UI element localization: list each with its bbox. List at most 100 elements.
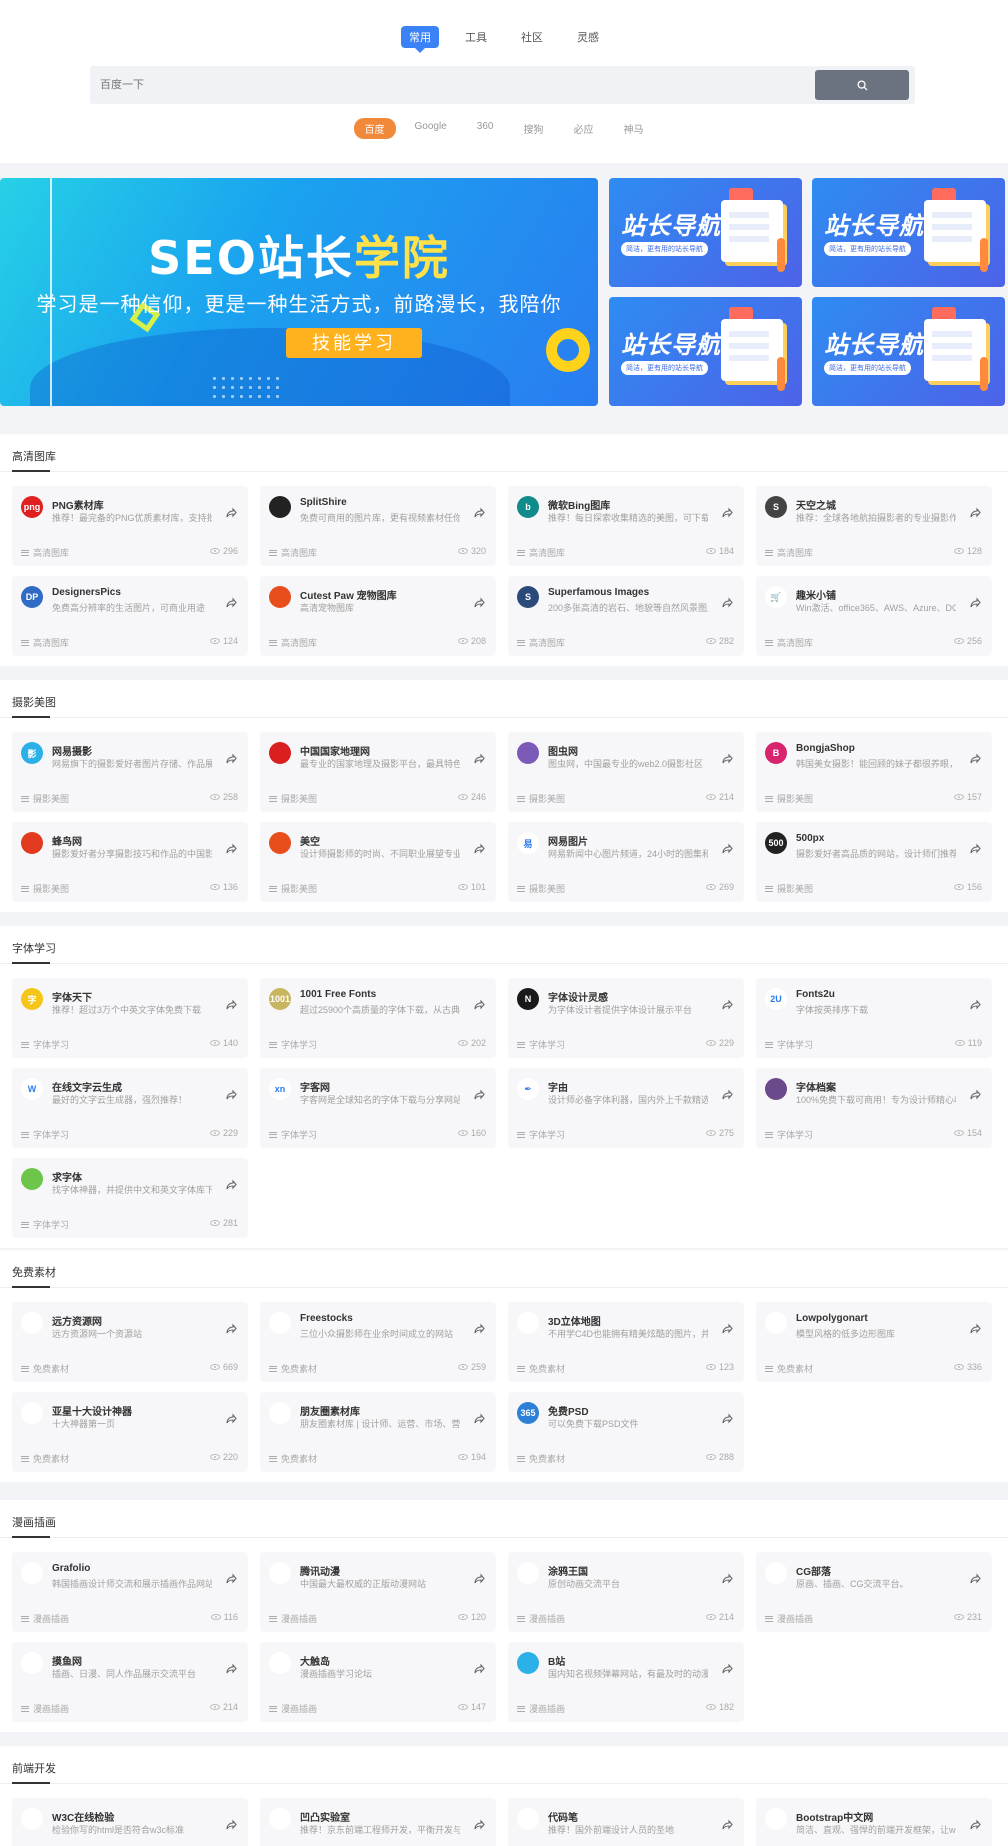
site-category[interactable]: 摄影美图 [21, 792, 69, 805]
share-icon[interactable] [224, 1088, 238, 1102]
site-card[interactable]: CG部落 原画、插画、CG交流平台。 漫画插画 231 [756, 1552, 992, 1632]
site-category[interactable]: 字体学习 [21, 1128, 69, 1141]
nav-banner-4[interactable]: 站长导航 简洁，更有用的站长导航 [812, 297, 1005, 406]
share-icon[interactable] [968, 752, 982, 766]
share-icon[interactable] [968, 998, 982, 1012]
search-input[interactable] [90, 66, 815, 104]
search-tab-community[interactable]: 社区 [513, 26, 551, 48]
site-card[interactable]: 1001 1001 Free Fonts 超过25900个高质量的字体下载，从古典的… [260, 978, 496, 1058]
share-icon[interactable] [224, 842, 238, 856]
site-category[interactable]: 摄影美图 [517, 882, 565, 895]
engine-baidu[interactable]: 百度 [353, 118, 396, 139]
site-category[interactable]: 字体学习 [765, 1128, 813, 1141]
site-card[interactable]: 蜂鸟网 摄影爱好者分享摄影技巧和作品的中国影像 摄影美图 136 [12, 822, 248, 902]
site-card[interactable]: 中国国家地理网 最专业的国家地理及摄影平台，最具特色的 摄影美图 246 [260, 732, 496, 812]
site-category[interactable]: 高清图库 [517, 636, 565, 649]
site-card[interactable]: 字字体天下 推荐！超过3万个中英文字体免费下载 字体学习 140 [12, 978, 248, 1058]
share-icon[interactable] [472, 1088, 486, 1102]
share-icon[interactable] [472, 1572, 486, 1586]
share-icon[interactable] [968, 1572, 982, 1586]
site-card[interactable]: Cutest Paw 宠物图库 高清宠物图库 高清图库 208 [260, 576, 496, 656]
banner-button[interactable]: 技能学习 [286, 328, 422, 358]
share-icon[interactable] [224, 998, 238, 1012]
engine-shenma[interactable]: 神马 [612, 118, 654, 139]
site-category[interactable]: 高清图库 [269, 546, 317, 559]
site-card[interactable]: 500 500px 摄影爱好者高品质的网站，设计师们推荐套 摄影美图 156 [756, 822, 992, 902]
site-card[interactable]: 远方资源网 远方资源网一个资源站 免费素材 669 [12, 1302, 248, 1382]
search-button[interactable] [815, 70, 909, 100]
site-card[interactable]: 腾讯动漫 中国最大最权威的正版动漫网站 漫画插画 120 [260, 1552, 496, 1632]
share-icon[interactable] [472, 752, 486, 766]
site-card[interactable]: W 在线文字云生成 最好的文字云生成器，强烈推荐！ 字体学习 229 [12, 1068, 248, 1148]
site-card[interactable]: b 微软Bing图库 推荐！每日探索收集精选的美图，可下载 高清图库 184 [508, 486, 744, 566]
site-card[interactable]: W3C在线检验检验你写的html是否符合w3c标准前端开发 [12, 1798, 248, 1846]
site-category[interactable]: 字体学习 [765, 1038, 813, 1051]
site-category[interactable]: 免费素材 [765, 1362, 813, 1375]
share-icon[interactable] [968, 506, 982, 520]
share-icon[interactable] [968, 1088, 982, 1102]
share-icon[interactable] [720, 506, 734, 520]
share-icon[interactable] [224, 1818, 238, 1832]
site-card[interactable]: S 天空之城 推荐：全球各地航拍摄影者的专业摄影作品 高清图库 128 [756, 486, 992, 566]
site-category[interactable]: 免费素材 [269, 1452, 317, 1465]
share-icon[interactable] [224, 752, 238, 766]
site-category[interactable]: 摄影美图 [269, 882, 317, 895]
site-category[interactable]: 字体学习 [517, 1128, 565, 1141]
site-card[interactable]: 亚星十大设计神器 十大神器第一页 免费素材 220 [12, 1392, 248, 1472]
share-icon[interactable] [720, 998, 734, 1012]
share-icon[interactable] [720, 1322, 734, 1336]
site-category[interactable]: 免费素材 [517, 1452, 565, 1465]
site-category[interactable]: 字体学习 [21, 1038, 69, 1051]
share-icon[interactable] [472, 1662, 486, 1676]
site-card[interactable]: 凹凸实验室推荐！京东前端工程师开发，平衡开发与前端开发 [260, 1798, 496, 1846]
site-card[interactable]: 🛒 趣米小铺 Win激活、office365、AWS、Azure、DO 高清图库 256 [756, 576, 992, 656]
site-category[interactable]: 高清图库 [21, 546, 69, 559]
site-card[interactable]: ✒ 字由 设计师必备字体利器，国内外上千款精选字 字体学习 275 [508, 1068, 744, 1148]
search-tab-common[interactable]: 常用 [401, 26, 439, 53]
site-category[interactable]: 漫画插画 [517, 1702, 565, 1715]
site-card[interactable]: N 字体设计灵感 为字体设计者提供字体设计展示平台 字体学习 229 [508, 978, 744, 1058]
site-category[interactable]: 摄影美图 [269, 792, 317, 805]
nav-banner-1[interactable]: 站长导航 简洁，更有用的站长导航 [609, 178, 802, 287]
site-category[interactable]: 字体学习 [269, 1038, 317, 1051]
site-category[interactable]: 高清图库 [21, 636, 69, 649]
site-card[interactable]: 代码笔推荐！国外前端设计人员的圣地前端开发 [508, 1798, 744, 1846]
site-card[interactable]: SplitShire 免费可商用的图片库，更有视频素材任你选 高清图库 320 [260, 486, 496, 566]
site-card[interactable]: B BongjaShop 韩国美女摄影！能回顾的妹子都很养眼，不 摄影美图 157 [756, 732, 992, 812]
engine-bing[interactable]: 必应 [562, 118, 604, 139]
site-category[interactable]: 免费素材 [517, 1362, 565, 1375]
share-icon[interactable] [720, 596, 734, 610]
site-card[interactable]: S Superfamous Images 200多张高清的岩石、地貌等自然风景图片高… [508, 576, 744, 656]
site-card[interactable]: 影网易摄影 网易旗下的摄影爱好者图片存储、作品展示 摄影美图 258 [12, 732, 248, 812]
site-card[interactable]: Bootstrap中文网简洁、直观、强悍的前端开发框架，让web开发前端开发 [756, 1798, 992, 1846]
share-icon[interactable] [968, 842, 982, 856]
share-icon[interactable] [224, 1412, 238, 1426]
site-card[interactable]: 图虫网 图虫网，中国最专业的web2.0摄影社区 摄影美图 214 [508, 732, 744, 812]
site-card[interactable]: Lowpolygonart 模型风格的低多边形图库 免费素材 336 [756, 1302, 992, 1382]
site-category[interactable]: 免费素材 [269, 1362, 317, 1375]
engine-google[interactable]: Google [404, 118, 458, 139]
share-icon[interactable] [472, 506, 486, 520]
site-category[interactable]: 字体学习 [21, 1218, 69, 1231]
site-card[interactable]: B站 国内知名视频弹幕网站，有最及时的动漫 漫画插画 182 [508, 1642, 744, 1722]
site-category[interactable]: 免费素材 [21, 1362, 69, 1375]
site-card[interactable]: Freestocks 三位小众摄影师在业余时间成立的网站 免费素材 259 [260, 1302, 496, 1382]
site-category[interactable]: 字体学习 [517, 1038, 565, 1051]
share-icon[interactable] [968, 596, 982, 610]
site-card[interactable]: 美空设计师摄影师的时尚、不同职业展望专业摄影摄影美图 101 [260, 822, 496, 902]
share-icon[interactable] [224, 1322, 238, 1336]
share-icon[interactable] [720, 1412, 734, 1426]
site-card[interactable]: 朋友圈素材库 朋友圈素材库 | 设计师、运营、市场、营 免费素材 194 [260, 1392, 496, 1472]
nav-banner-2[interactable]: 站长导航 简洁，更有用的站长导航 [812, 178, 1005, 287]
site-card[interactable]: Grafolio 韩国插画设计师交流和展示插画作品网站 漫画插画 116 [12, 1552, 248, 1632]
share-icon[interactable] [472, 596, 486, 610]
site-card[interactable]: 大触岛 漫画插画学习论坛 漫画插画 147 [260, 1642, 496, 1722]
site-category[interactable]: 漫画插画 [21, 1702, 69, 1715]
share-icon[interactable] [224, 1178, 238, 1192]
site-category[interactable]: 摄影美图 [765, 882, 813, 895]
site-category[interactable]: 摄影美图 [765, 792, 813, 805]
share-icon[interactable] [720, 1818, 734, 1832]
share-icon[interactable] [472, 1818, 486, 1832]
share-icon[interactable] [472, 998, 486, 1012]
site-card[interactable]: 涂鸦王国 原创动画交流平台 漫画插画 214 [508, 1552, 744, 1632]
